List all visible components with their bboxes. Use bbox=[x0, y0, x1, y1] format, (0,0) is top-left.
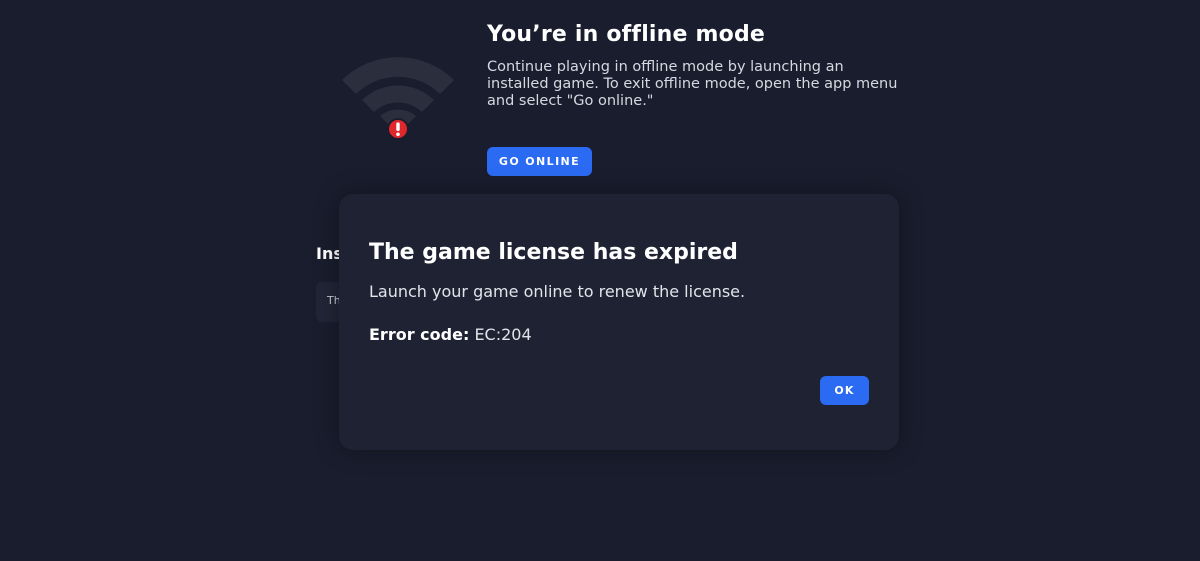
alert-badge-icon bbox=[387, 118, 409, 140]
wifi-middle-arc bbox=[362, 85, 434, 112]
error-code-label: Error code: bbox=[369, 325, 470, 344]
dialog-message: Launch your game online to renew the lic… bbox=[369, 282, 746, 301]
wifi-offline-icon bbox=[342, 57, 454, 140]
error-code-value: EC:204 bbox=[474, 325, 532, 344]
error-code-line: Error code: EC:204 bbox=[369, 325, 532, 345]
go-online-button[interactable]: GO ONLINE bbox=[487, 147, 592, 176]
offline-title: You’re in offline mode bbox=[487, 22, 766, 47]
license-expired-dialog: The game license has expired Launch your… bbox=[339, 194, 899, 450]
offline-description: Continue playing in offline mode by laun… bbox=[487, 59, 898, 109]
ok-button[interactable]: OK bbox=[820, 376, 869, 405]
dialog-title: The game license has expired bbox=[369, 240, 738, 265]
